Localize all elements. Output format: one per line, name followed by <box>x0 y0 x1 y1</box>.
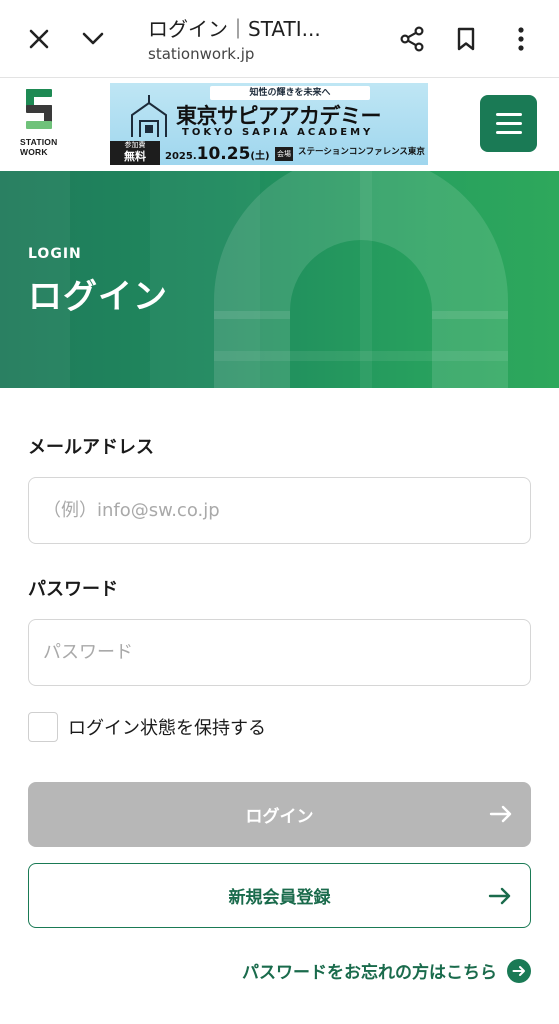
logo-mark-icon <box>26 89 52 129</box>
banner-venue: ステーションコンファレンス東京 <box>298 147 425 157</box>
arrow-right-icon <box>489 805 512 823</box>
remember-login-label[interactable]: ログイン状態を保持する <box>68 714 266 740</box>
more-vert-icon[interactable] <box>504 22 538 56</box>
banner-fee-badge: 参加費 無料 <box>110 141 160 165</box>
arrow-right-icon <box>488 887 511 905</box>
banner-fee-label: 参加費 <box>124 141 146 149</box>
banner-date-main: 10.25 <box>196 144 251 164</box>
banner-date-year: 2025. <box>165 151 197 162</box>
banner-venue-tag: 会場 <box>275 147 293 161</box>
banner-tagline: 知性の輝きを未来へ <box>210 86 370 100</box>
email-field[interactable] <box>28 477 531 544</box>
menu-icon-bar <box>495 122 522 125</box>
email-label: メールアドレス <box>28 437 154 458</box>
bookmark-icon[interactable] <box>449 22 483 56</box>
close-icon[interactable] <box>22 22 56 56</box>
logo-text-work: WORK <box>20 147 48 157</box>
register-button[interactable]: 新規会員登録 <box>28 863 531 928</box>
page-title: ログイン <box>28 277 168 317</box>
password-label: パスワード <box>28 579 118 600</box>
forgot-password-label[interactable]: パスワードをお忘れの方はこちら <box>242 958 497 983</box>
remember-login-row[interactable]: ログイン状態を保持する <box>28 712 266 742</box>
hamburger-menu-button[interactable] <box>480 95 537 152</box>
banner-date-weekday: (土) <box>250 151 270 162</box>
browser-url[interactable]: stationwork.jp <box>148 45 254 63</box>
login-button-label: ログイン <box>245 807 314 827</box>
menu-icon-bar <box>495 113 522 116</box>
remember-login-checkbox[interactable] <box>28 712 58 742</box>
register-button-label: 新規会員登録 <box>228 888 331 908</box>
menu-icon-bar <box>495 131 522 134</box>
browser-toolbar: ログイン｜STATI... stationwork.jp <box>0 0 559 78</box>
banner-subtitle: TOKYO SAPIA ACADEMY <box>182 127 374 138</box>
banner-headline: 東京サピアアカデミー <box>176 104 382 128</box>
station-work-logo[interactable]: STATION WORK <box>20 87 64 163</box>
site-header: STATION WORK 知性の輝きを未来へ 東京サピアアカデミー TOKYO … <box>0 79 559 171</box>
browser-page-title[interactable]: ログイン｜STATI... <box>148 13 348 42</box>
logo-text-station: STATION <box>20 137 58 147</box>
forgot-password-link[interactable]: パスワードをお忘れの方はこちら <box>242 958 531 983</box>
banner-fee-value: 無料 <box>124 150 146 163</box>
login-button[interactable]: ログイン <box>28 782 531 847</box>
hero-eyebrow: LOGIN <box>28 246 82 262</box>
share-icon[interactable] <box>395 22 429 56</box>
hero-banner: LOGIN ログイン <box>0 171 559 388</box>
ad-banner[interactable]: 知性の輝きを未来へ 東京サピアアカデミー TOKYO SAPIA ACADEMY… <box>110 83 428 165</box>
arrow-circle-right-icon[interactable] <box>507 958 531 983</box>
banner-date: 2025.10.25(土) <box>165 144 270 164</box>
password-field[interactable] <box>28 619 531 686</box>
building-icon <box>131 95 167 137</box>
chevron-down-icon[interactable] <box>76 22 110 56</box>
